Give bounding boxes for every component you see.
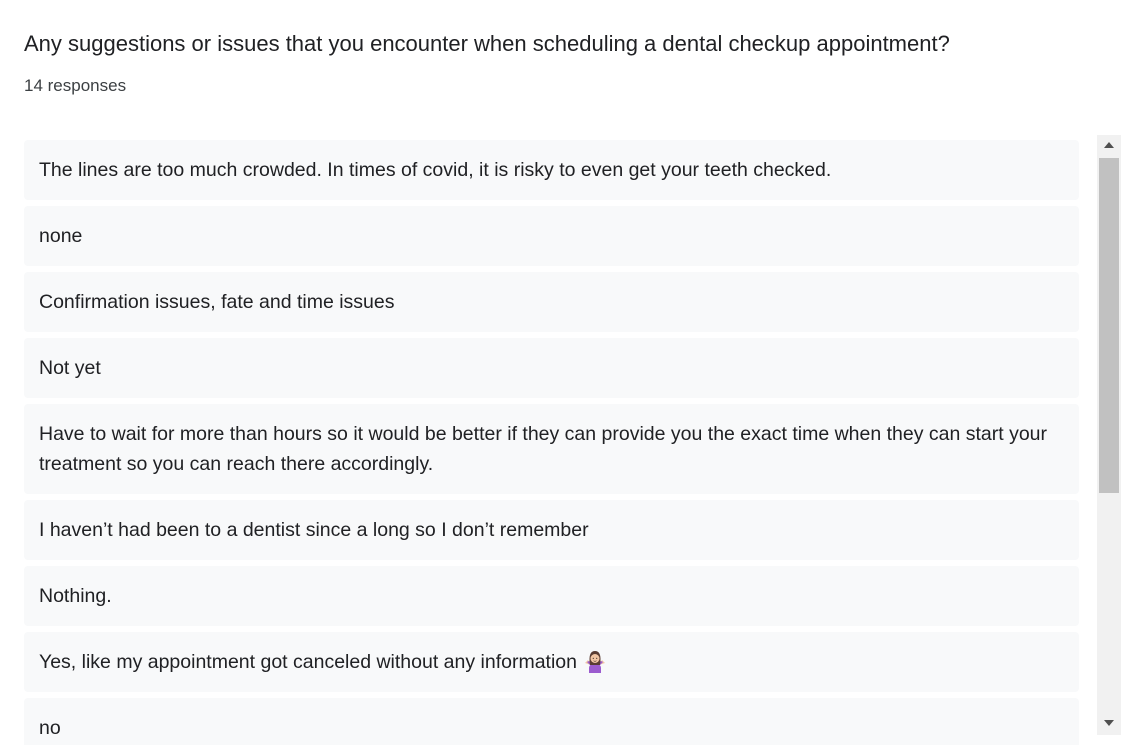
- woman-shrugging-icon: [583, 649, 607, 673]
- response-item: Nothing.: [24, 566, 1079, 626]
- responses-list[interactable]: The lines are too much crowded. In times…: [24, 140, 1079, 745]
- triangle-down-icon[interactable]: [1097, 713, 1121, 735]
- response-text: I haven’t had been to a dentist since a …: [39, 519, 589, 541]
- response-text: The lines are too much crowded. In times…: [39, 159, 832, 181]
- response-text: Confirmation issues, fate and time issue…: [39, 291, 395, 313]
- response-text: no: [39, 717, 61, 739]
- response-item: Not yet: [24, 338, 1079, 398]
- response-item: The lines are too much crowded. In times…: [24, 140, 1079, 200]
- response-text: Not yet: [39, 357, 101, 379]
- vertical-scrollbar[interactable]: [1097, 135, 1121, 735]
- response-text: Have to wait for more than hours so it w…: [39, 423, 1048, 475]
- triangle-up-icon[interactable]: [1097, 135, 1121, 157]
- response-count: 14 responses: [24, 76, 127, 95]
- responses-items: The lines are too much crowded. In times…: [24, 140, 1079, 745]
- scrollbar-thumb[interactable]: [1099, 158, 1119, 493]
- response-item: no: [24, 698, 1079, 745]
- response-item: Yes, like my appointment got canceled wi…: [24, 632, 1079, 692]
- response-item: Confirmation issues, fate and time issue…: [24, 272, 1079, 332]
- response-item: I haven’t had been to a dentist since a …: [24, 500, 1079, 560]
- response-item: none: [24, 206, 1079, 266]
- response-text: none: [39, 225, 83, 247]
- response-text: Nothing.: [39, 585, 112, 607]
- question-title: Any suggestions or issues that you encou…: [24, 31, 950, 56]
- response-text: Yes, like my appointment got canceled wi…: [39, 651, 578, 673]
- response-item: Have to wait for more than hours so it w…: [24, 404, 1079, 494]
